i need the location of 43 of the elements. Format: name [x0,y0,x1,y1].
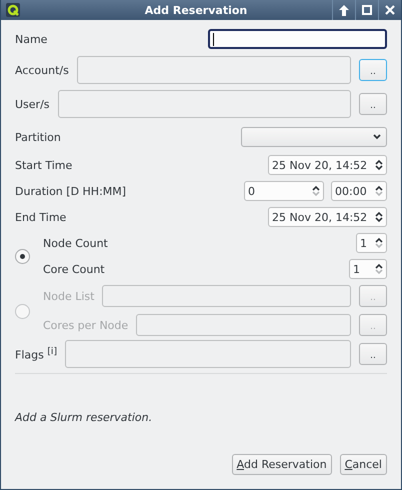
maximize-icon [362,5,372,15]
text-field[interactable] [102,285,351,307]
arrow-up-icon [339,4,349,16]
field-label: Start Time [15,158,72,172]
field-label: Partition [15,130,61,144]
text-field[interactable] [58,90,351,118]
days-spinbox[interactable]: 0 [244,181,324,201]
field-label: Flags $^{[i]}$ [15,346,58,362]
radio-button[interactable] [15,248,30,264]
browse-button[interactable]: .. [359,93,387,115]
field-label: User/s [15,98,50,110]
spin-arrows-icon[interactable] [375,237,383,249]
field-label: Cores per Node [43,318,128,332]
spin-arrows-icon[interactable] [375,263,383,275]
field-label: Account/s [15,64,69,76]
field-label: Node List [43,290,94,302]
spin-arrows-icon[interactable] [375,159,383,171]
close-icon [385,5,395,15]
datetime-field[interactable]: 25 Nov 20, 14:52 [268,207,387,227]
field-label: End Time [15,210,66,224]
field-label: Node Count [43,236,108,250]
chevron-down-icon [373,134,381,140]
field-label: Name [15,32,48,46]
window-title: Add Reservation [144,4,248,16]
count-spinbox[interactable]: 1 [356,233,387,253]
count-spinbox[interactable]: 1 [349,259,387,279]
text-field[interactable] [65,340,351,368]
spin-arrows-icon[interactable] [312,185,320,197]
datetime-field[interactable]: 25 Nov 20, 14:52 [268,155,387,175]
dialog-button[interactable]: Add Reservation [232,454,332,475]
field-label: Duration [D HH:MM] [15,184,126,198]
browse-button[interactable]: .. [359,59,387,81]
description-text: Add a Slurm reservation. [15,411,154,424]
field-label: Core Count [43,262,105,276]
spin-arrows-icon[interactable] [375,185,383,197]
browse-button[interactable]: .. [359,343,387,365]
dialog-button[interactable]: Cancel [340,454,387,475]
text-field[interactable] [76,56,351,84]
time-spinbox[interactable]: 00:00 [331,181,387,201]
spin-arrows-icon[interactable] [375,211,383,223]
app-icon [6,3,20,17]
text-field[interactable] [136,314,351,336]
name-input[interactable] [208,29,387,49]
